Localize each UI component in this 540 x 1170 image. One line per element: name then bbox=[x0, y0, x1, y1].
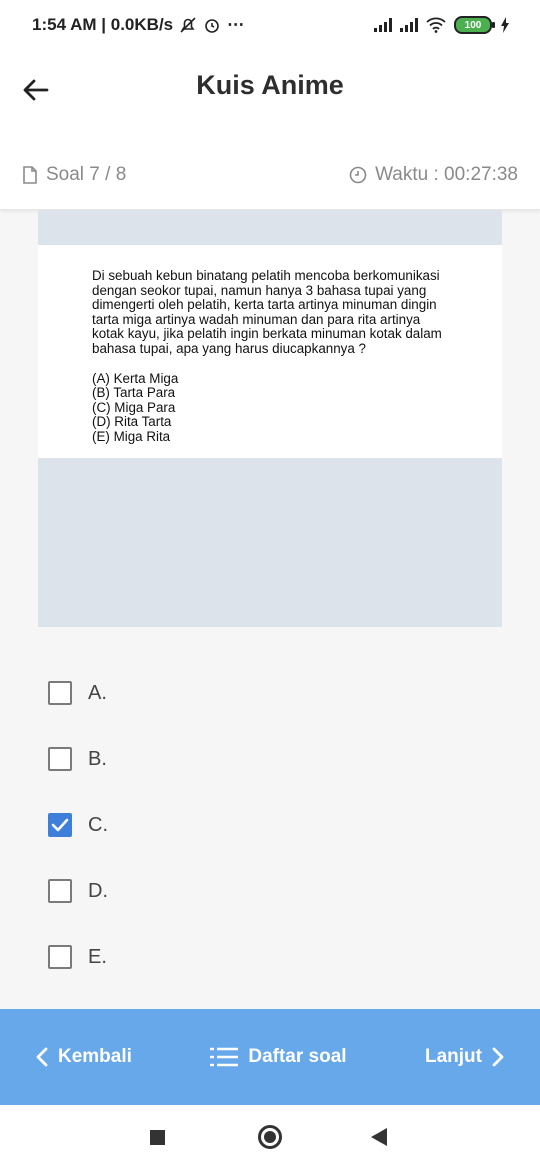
checkbox[interactable] bbox=[48, 945, 72, 969]
question-choice: (C) Miga Para bbox=[92, 399, 176, 415]
answer-options: A. B. C. D. E. bbox=[48, 660, 108, 990]
quiz-info-bar: Soal 7 / 8 Waktu : 00:27:38 bbox=[0, 140, 540, 210]
question-line: tarta miga artinya wadah minuman dan par… bbox=[92, 311, 421, 327]
quiz-timer: Waktu : 00:27:38 bbox=[349, 164, 518, 186]
question-line: dengan seokor tupai, namun hanya 3 bahas… bbox=[92, 282, 427, 298]
question-choice: (E) Miga Rita bbox=[92, 428, 171, 444]
question-list-label: Daftar soal bbox=[248, 1046, 347, 1067]
more-icons: ⋯ bbox=[227, 15, 245, 34]
question-choice: (D) Rita Tarta bbox=[92, 414, 172, 430]
clock-icon bbox=[349, 166, 367, 183]
previous-button[interactable]: Kembali bbox=[36, 1046, 132, 1068]
bottom-nav-bar: Kembali Daftar soal Lanjut bbox=[0, 1009, 540, 1105]
timer-text: Waktu : 00:27:38 bbox=[375, 163, 518, 185]
wifi-icon bbox=[426, 17, 446, 33]
system-nav-bar bbox=[0, 1105, 540, 1170]
question-line: bahasa tupai, apa yang harus diucapkanny… bbox=[92, 340, 366, 356]
question-image: Di sebuah kebun binatang pelatih mencoba… bbox=[38, 245, 502, 458]
status-bar: 1:54 AM | 0.0KB/s ⋯ 100 bbox=[0, 0, 540, 50]
status-left: 1:54 AM | 0.0KB/s ⋯ bbox=[32, 15, 244, 35]
battery-icon: 100 bbox=[454, 16, 495, 34]
answer-label: E. bbox=[88, 945, 107, 968]
question-list-button[interactable]: Daftar soal bbox=[210, 1046, 347, 1068]
answer-option-b[interactable]: B. bbox=[48, 726, 108, 792]
question-counter: Soal 7 / 8 bbox=[22, 164, 126, 186]
answer-label: A. bbox=[88, 681, 107, 704]
signal-icon bbox=[400, 18, 418, 32]
recents-button[interactable] bbox=[150, 1130, 165, 1145]
answer-option-a[interactable]: A. bbox=[48, 660, 108, 726]
page-title: Kuis Anime bbox=[196, 70, 344, 100]
question-choice: (B) Tarta Para bbox=[92, 385, 176, 401]
status-time: 1:54 AM | 0.0KB/s bbox=[32, 15, 174, 34]
question-text: Di sebuah kebun binatang pelatih mencoba… bbox=[92, 268, 472, 357]
checkbox-checked[interactable] bbox=[48, 813, 72, 837]
question-line: kotak kayu, jika pelatih ingin berkata m… bbox=[92, 326, 442, 342]
next-button[interactable]: Lanjut bbox=[425, 1046, 504, 1068]
checkmark-icon bbox=[51, 818, 69, 832]
answer-option-d[interactable]: D. bbox=[48, 858, 108, 924]
checkbox[interactable] bbox=[48, 747, 72, 771]
question-line: dimengerti oleh pelatih, kerta tarta art… bbox=[92, 297, 437, 313]
chevron-left-icon bbox=[36, 1047, 48, 1067]
question-line: Di sebuah kebun binatang pelatih mencoba… bbox=[92, 268, 440, 283]
question-choices: (A) Kerta Miga (B) Tarta Para (C) Miga P… bbox=[92, 370, 472, 445]
bell-off-icon bbox=[180, 17, 196, 33]
answer-label: C. bbox=[88, 813, 108, 836]
checkbox[interactable] bbox=[48, 681, 72, 705]
answer-label: D. bbox=[88, 879, 108, 902]
chevron-right-icon bbox=[492, 1047, 504, 1067]
charging-icon bbox=[501, 17, 509, 33]
document-icon bbox=[23, 165, 37, 184]
list-icon bbox=[210, 1047, 239, 1067]
home-dot-icon bbox=[264, 1131, 276, 1143]
answer-label: B. bbox=[88, 747, 107, 770]
previous-label: Kembali bbox=[58, 1046, 132, 1067]
checkbox[interactable] bbox=[48, 879, 72, 903]
home-button[interactable] bbox=[258, 1125, 282, 1149]
signal-icon bbox=[374, 18, 392, 32]
question-card: Di sebuah kebun binatang pelatih mencoba… bbox=[38, 210, 502, 627]
answer-option-e[interactable]: E. bbox=[48, 924, 108, 990]
next-label: Lanjut bbox=[425, 1046, 482, 1067]
question-counter-text: Soal 7 / 8 bbox=[46, 163, 127, 185]
status-right: 100 bbox=[374, 16, 510, 34]
answer-option-c[interactable]: C. bbox=[48, 792, 108, 858]
system-back-button[interactable] bbox=[371, 1128, 387, 1146]
app-bar: Kuis Anime bbox=[0, 50, 540, 140]
alarm-icon bbox=[205, 19, 219, 33]
question-choice: (A) Kerta Miga bbox=[92, 370, 179, 386]
